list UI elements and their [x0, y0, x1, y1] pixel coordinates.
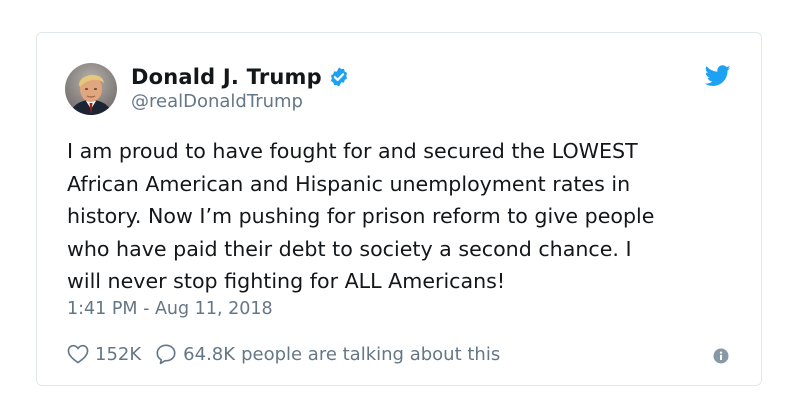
avatar-image: [65, 63, 117, 115]
like-count: 152K: [95, 343, 142, 365]
engagement-bar: 152K 64.8K people are talking about this: [67, 343, 500, 365]
tweet-timestamp[interactable]: 1:41 PM - Aug 11, 2018: [67, 299, 273, 319]
display-name[interactable]: Donald J. Trump: [131, 65, 322, 89]
author-block: Donald J. Trump @realDonaldTrump: [131, 63, 350, 112]
display-name-row: Donald J. Trump: [131, 63, 350, 91]
reply-button[interactable]: 64.8K people are talking about this: [155, 343, 500, 365]
like-button[interactable]: 152K: [67, 344, 155, 365]
reply-count: 64.8K: [183, 343, 236, 365]
twitter-bird-icon[interactable]: [704, 65, 731, 87]
info-icon[interactable]: [713, 348, 729, 364]
speech-bubble-icon: [155, 343, 177, 365]
tweet-card: Donald J. Trump @realDonaldTrump I am pr…: [36, 32, 762, 386]
verified-badge-icon: [328, 66, 350, 88]
reply-label: people are talking about this: [241, 343, 501, 365]
avatar[interactable]: [65, 63, 117, 115]
user-handle[interactable]: @realDonaldTrump: [131, 91, 350, 112]
tweet-text: I am proud to have fought for and secure…: [67, 139, 655, 293]
heart-icon: [67, 344, 89, 364]
